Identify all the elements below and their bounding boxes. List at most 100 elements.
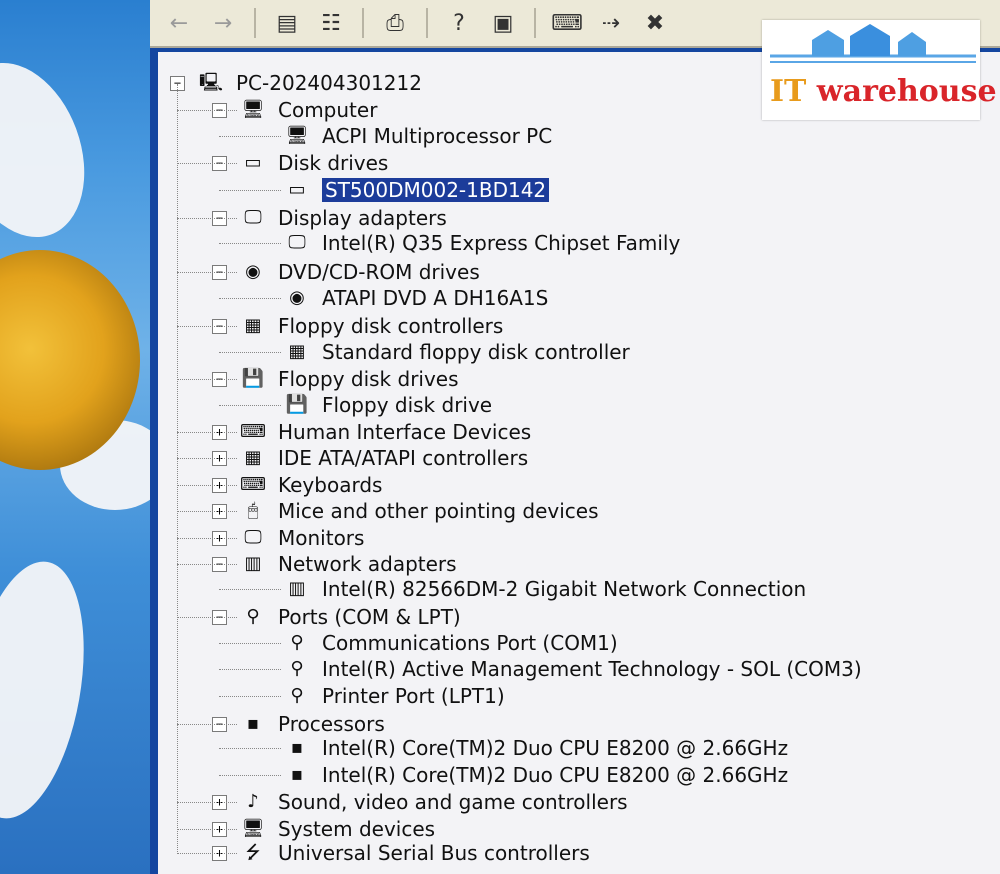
tree-item-root[interactable]: 🖳 PC-202404301212 bbox=[196, 70, 422, 96]
tree-item-mon[interactable]: 🖵 Monitors bbox=[238, 525, 364, 551]
tree-item-com3[interactable]: ⚲ Intel(R) Active Management Technology -… bbox=[282, 656, 861, 682]
toolbar-separator bbox=[362, 8, 364, 38]
tree-connector bbox=[219, 643, 281, 644]
properties-icon[interactable]: ☷ bbox=[312, 7, 350, 39]
tree-item-floppy-drv[interactable]: 💾 Floppy disk drives bbox=[238, 366, 459, 392]
uninstall-icon[interactable]: ✖ bbox=[636, 7, 674, 39]
mouse-icon: 🖱 bbox=[247, 500, 259, 521]
tree-item-label: Display adapters bbox=[278, 206, 447, 230]
tree-item-ide[interactable]: ▦ IDE ATA/ATAPI controllers bbox=[238, 445, 528, 471]
tree-item-cpu1[interactable]: ▪ Intel(R) Core(TM)2 Duo CPU E8200 @ 2.66… bbox=[282, 762, 788, 788]
tree-connector bbox=[219, 748, 281, 749]
usb-icon: ⭍ bbox=[245, 842, 261, 863]
tree-item-nic[interactable]: ▥ Intel(R) 82566DM-2 Gigabit Network Conn… bbox=[282, 576, 806, 602]
tree-item-usb[interactable]: ⭍ Universal Serial Bus controllers bbox=[238, 840, 590, 866]
tree-item-label: ATAPI DVD A DH16A1S bbox=[322, 286, 549, 310]
tree-item-net[interactable]: ▥ Network adapters bbox=[238, 551, 456, 577]
dvd-device-icon: ◉ bbox=[289, 287, 305, 308]
tree-item-label: Floppy disk controllers bbox=[278, 314, 504, 338]
back-arrow-icon[interactable]: ← bbox=[160, 7, 198, 39]
tree-connector bbox=[177, 538, 237, 539]
tree-item-kbd[interactable]: ⌨ Keyboards bbox=[238, 472, 382, 498]
tree-connector bbox=[177, 458, 237, 459]
tree-connector bbox=[177, 829, 237, 830]
tree-item-label: DVD/CD-ROM drives bbox=[278, 260, 480, 284]
tree-connector bbox=[219, 405, 281, 406]
disk-drive-icon: ▭ bbox=[244, 152, 262, 173]
tree-item-label: Intel(R) Core(TM)2 Duo CPU E8200 @ 2.66G… bbox=[322, 763, 789, 787]
tree-connector bbox=[219, 190, 281, 191]
tree-item-dvd[interactable]: ◉ DVD/CD-ROM drives bbox=[238, 259, 480, 285]
tree-item-label: Intel(R) 82566DM-2 Gigabit Network Conne… bbox=[322, 577, 807, 601]
tree-item-sys[interactable]: 🖥 System devices bbox=[238, 816, 436, 842]
tree-item-lpt1[interactable]: ⚲ Printer Port (LPT1) bbox=[282, 683, 505, 709]
tree-item-atapi-dvd[interactable]: ◉ ATAPI DVD A DH16A1S bbox=[282, 285, 548, 311]
tree-item-acpi[interactable]: 🖥 ACPI Multiprocessor PC bbox=[282, 123, 553, 149]
action-pane-icon[interactable]: ▣ bbox=[484, 7, 522, 39]
display-adapter-icon: 🖵 bbox=[244, 207, 262, 228]
tree-item-mice[interactable]: 🖱 Mice and other pointing devices bbox=[238, 498, 599, 524]
tree-item-floppy-ctrl[interactable]: ▦ Floppy disk controllers bbox=[238, 313, 503, 339]
tree-item-ports[interactable]: ⚲ Ports (COM & LPT) bbox=[238, 604, 460, 630]
flower-petal bbox=[0, 552, 102, 828]
show-hide-console-tree-icon[interactable]: ▤ bbox=[268, 7, 306, 39]
tree-item-label: ACPI Multiprocessor PC bbox=[322, 124, 553, 148]
keyboard-icon: ⌨ bbox=[240, 474, 266, 495]
computer-icon: 🖳 bbox=[198, 72, 223, 93]
tree-item-sound[interactable]: ♪ Sound, video and game controllers bbox=[238, 789, 628, 815]
printer-port-icon: ⚲ bbox=[290, 685, 304, 706]
device-tree[interactable]: 🖳 PC-202404301212− 🖥 Computer − 🖥 ACPI Multipr… bbox=[158, 52, 1000, 874]
tree-connector bbox=[177, 511, 237, 512]
desktop-wallpaper bbox=[0, 0, 150, 874]
flower-petal bbox=[0, 44, 108, 256]
tree-connector bbox=[219, 136, 281, 137]
floppy-controller-device-icon: ▦ bbox=[288, 341, 306, 362]
update-driver-icon[interactable]: ⇢ bbox=[592, 7, 630, 39]
tree-item-floppy-dev[interactable]: 💾 Floppy disk drive bbox=[282, 392, 492, 418]
toolbar-separator bbox=[534, 8, 536, 38]
network-adapter-icon: ▥ bbox=[244, 553, 262, 574]
tree-item-display[interactable]: 🖵 Display adapters bbox=[238, 205, 447, 231]
tree-item-label: Sound, video and game controllers bbox=[278, 790, 628, 814]
tree-connector bbox=[177, 564, 237, 565]
floppy-controller-icon: ▦ bbox=[244, 315, 262, 336]
tree-item-computer[interactable]: 🖥 Computer bbox=[238, 97, 378, 123]
tree-item-label: Intel(R) Core(TM)2 Duo CPU E8200 @ 2.66G… bbox=[322, 736, 789, 760]
tree-guide-line bbox=[177, 84, 178, 854]
tree-item-label: Mice and other pointing devices bbox=[278, 499, 599, 523]
com-port-icon: ⚲ bbox=[290, 632, 304, 653]
brand-part-1: IT bbox=[770, 74, 807, 109]
tree-item-label: PC-202404301212 bbox=[236, 71, 422, 95]
tree-connector bbox=[177, 163, 237, 164]
tree-item-q35[interactable]: 🖵 Intel(R) Q35 Express Chipset Family bbox=[282, 230, 680, 256]
tree-connector bbox=[219, 775, 281, 776]
tree-item-cpu0[interactable]: ▪ Intel(R) Core(TM)2 Duo CPU E8200 @ 2.66… bbox=[282, 735, 788, 761]
tree-item-st500[interactable]: ▭ ST500DM002-1BD142 bbox=[282, 177, 550, 203]
tree-item-label: Human Interface Devices bbox=[278, 420, 532, 444]
tree-item-com1[interactable]: ⚲ Communications Port (COM1) bbox=[282, 630, 617, 656]
print-icon[interactable]: ⎙ bbox=[376, 7, 414, 39]
tree-connector bbox=[219, 589, 281, 590]
it-warehouse-logo: IT warehouse bbox=[762, 20, 997, 120]
tree-connector bbox=[177, 379, 237, 380]
system-devices-icon: 🖥 bbox=[241, 818, 265, 839]
scan-hardware-icon[interactable]: ⌨ bbox=[548, 7, 586, 39]
port-icon: ⚲ bbox=[246, 606, 260, 627]
forward-arrow-icon[interactable]: → bbox=[204, 7, 242, 39]
tree-item-label: Processors bbox=[278, 712, 385, 736]
house-logo-icon bbox=[770, 24, 976, 63]
tree-connector bbox=[219, 352, 281, 353]
tree-item-floppy-std[interactable]: ▦ Standard floppy disk controller bbox=[282, 339, 629, 365]
ide-controller-icon: ▦ bbox=[244, 447, 262, 468]
display-device-icon: 🖵 bbox=[288, 232, 306, 253]
tree-item-hid[interactable]: ⌨ Human Interface Devices bbox=[238, 419, 531, 445]
tree-item-disk[interactable]: ▭ Disk drives bbox=[238, 150, 388, 176]
help-icon[interactable]: ? bbox=[440, 7, 478, 39]
tree-item-proc[interactable]: ▪ Processors bbox=[238, 711, 385, 737]
tree-item-label: Printer Port (LPT1) bbox=[322, 684, 505, 708]
disk-device-icon: ▭ bbox=[288, 179, 306, 200]
tree-item-label: IDE ATA/ATAPI controllers bbox=[278, 446, 529, 470]
tree-connector bbox=[177, 326, 237, 327]
tree-item-label: Disk drives bbox=[278, 151, 389, 175]
tree-connector bbox=[177, 485, 237, 486]
